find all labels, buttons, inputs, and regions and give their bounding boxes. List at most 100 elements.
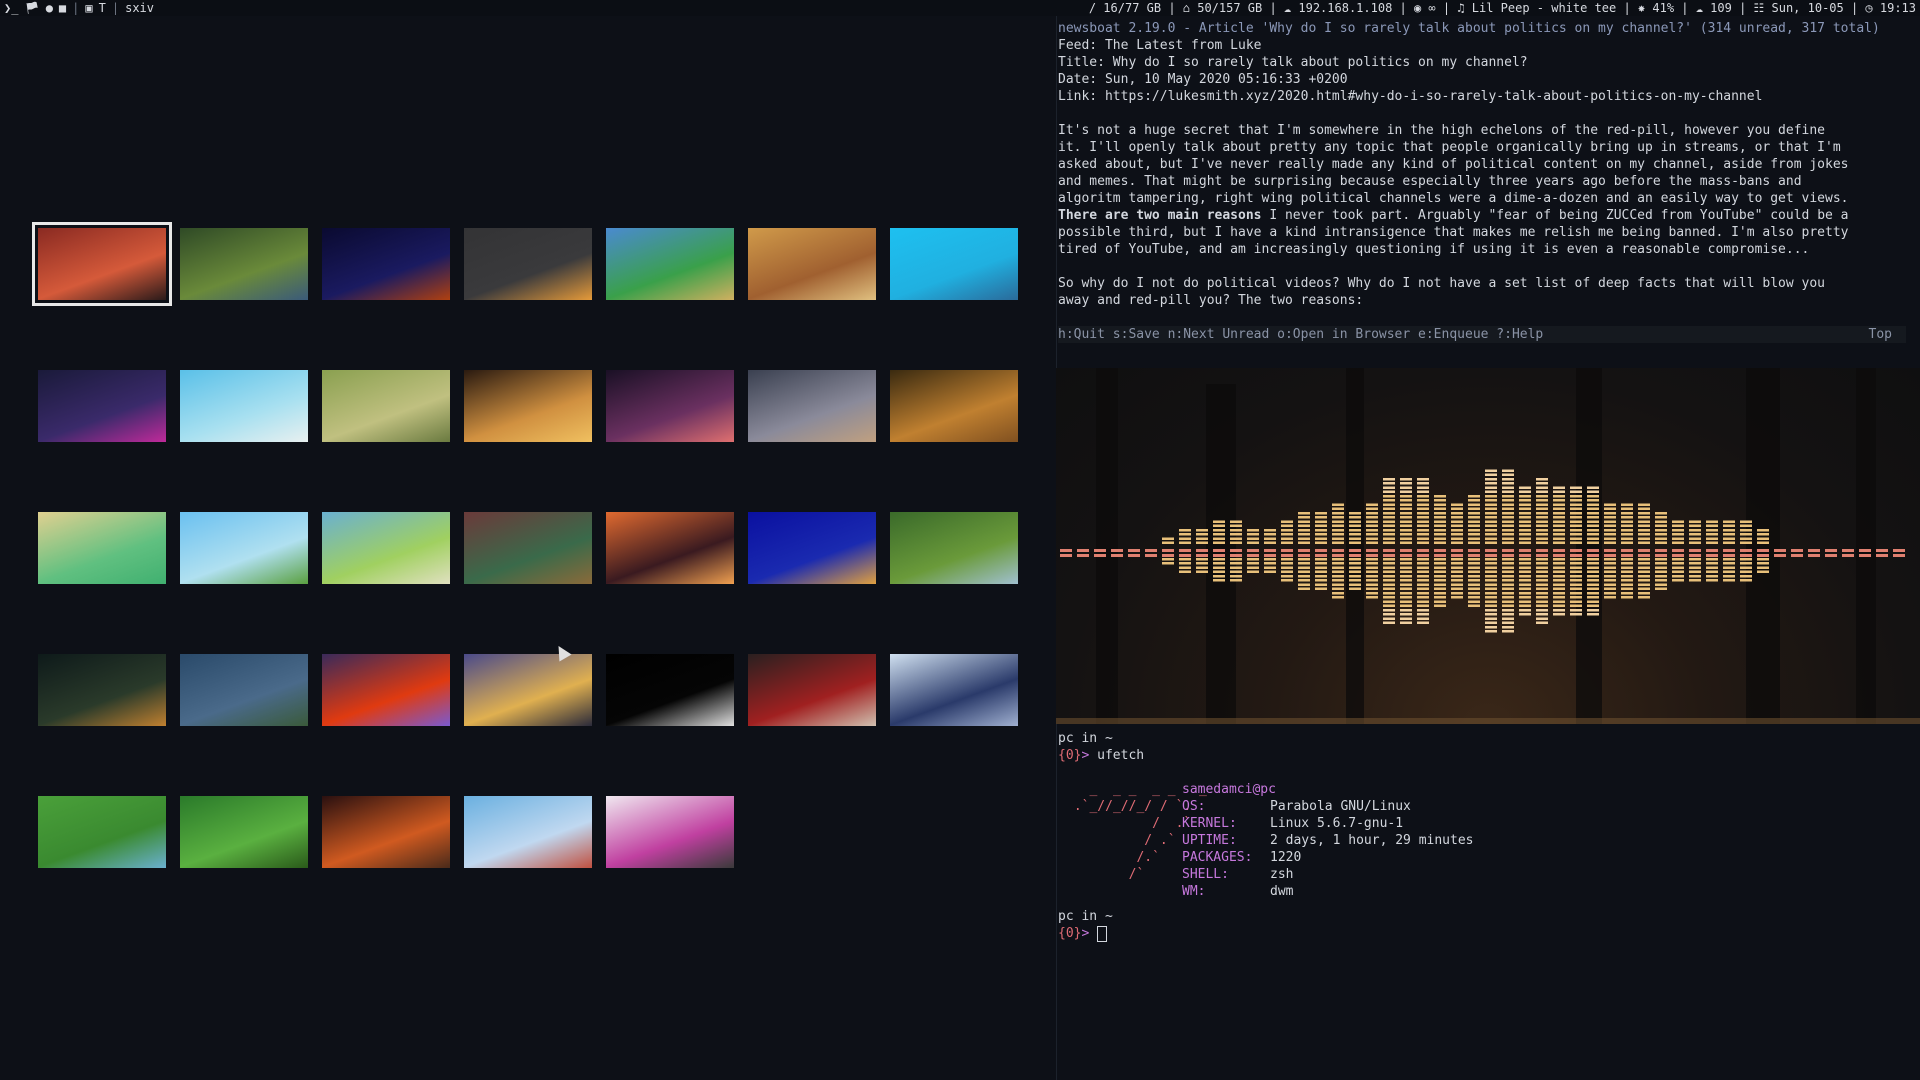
visualizer-bar-segment [1451,570,1463,573]
visualizer-bar-segment [1621,562,1633,565]
visualizer-bar-segment [1264,529,1276,532]
tag-icon[interactable]: 🏴︎ [24,0,39,16]
thumb-pixel-night-fire[interactable] [322,228,450,300]
visualizer-bar-segment [1553,596,1565,599]
visualizer-bar-segment [1519,486,1531,489]
article-text-line: possible third, but I have a kind intran… [1058,225,1849,240]
thumb-sun-circle[interactable] [464,228,592,300]
visualizer-center-segment [1604,554,1616,557]
ufetch-info: samedamci@pc OS: Parabola GNU/Linux KERNEL:… [1182,781,1474,900]
visualizer-bar-segment [1230,529,1242,532]
visualizer-bar-segment [1383,596,1395,599]
thumb-anime-redcoat[interactable] [748,654,876,726]
thumb-anime-checker[interactable] [606,796,734,868]
ufetch-info-row: WM: dwm [1182,883,1474,900]
newsboat-window[interactable]: newsboat 2.19.0 - Article 'Why do I so r… [1058,20,1920,346]
newsboat-title-bar: newsboat 2.19.0 - Article 'Why do I so r… [1058,21,1880,36]
visualizer-bar-segment [1587,486,1599,489]
thumb-ocean-island[interactable] [890,228,1018,300]
visualizer-bar-segment [1366,503,1378,506]
visualizer-bar-segment [1757,533,1769,536]
thumb-mountain-waterfall[interactable] [180,654,308,726]
visualizer-bar-segment [1723,541,1735,544]
bar-left: ❯_ 🏴︎ ● ■ | ▣ T | sxiv [4,0,154,16]
visualizer-center-segment [1179,549,1191,552]
thumb-castle-town[interactable] [748,228,876,300]
visualizer-center-segment [1077,554,1089,557]
thumb-city-lights[interactable] [322,796,450,868]
thumb-forest-canopy[interactable] [180,796,308,868]
visualizer-bar-segment [1417,566,1429,569]
visualizer-bar-segment [1706,541,1718,544]
visualizer-bar-segment [1638,533,1650,536]
terminal-window[interactable]: pc in ~ {0}> ufetch _ _ _ _ _ _ .`_//_//… [1058,730,1920,1080]
visualizer-bar-segment [1434,579,1446,582]
visualizer-bar-segment [1502,621,1514,624]
thumb-floating-island[interactable] [464,796,592,868]
thumb-green-pixel[interactable] [38,796,166,868]
visualizer-bar-segment [1468,592,1480,595]
visualizer-bar-segment [1417,592,1429,595]
visualizer-bar-segment [1366,537,1378,540]
article-text-line: tired of YouTube, and am increasingly qu… [1058,242,1810,257]
visualizer-bar-segment [1706,520,1718,523]
visualizer-center-segment [1604,549,1616,552]
visualizer-bar-segment [1315,512,1327,515]
visualizer-bar-segment [1587,609,1599,612]
thumb-painted-landscape[interactable] [322,512,450,584]
visualizer-bar-segment [1570,583,1582,586]
article-link[interactable]: Link: https://lukesmith.xyz/2020.html#wh… [1058,88,1920,105]
thumb-black-cat[interactable] [606,654,734,726]
thumb-autumn-forest[interactable] [890,370,1018,442]
visualizer-bar-segment [1332,558,1344,561]
thumb-anime-gun[interactable] [890,654,1018,726]
thumb-river-valley[interactable] [180,228,308,300]
visualizer-bar-segment [1485,499,1497,502]
thumb-castle-hill[interactable] [322,370,450,442]
visualizer-bar-segment [1604,533,1616,536]
visualizer-bar-segment [1332,503,1344,506]
visualizer-bar-segment [1417,596,1429,599]
visualizer-bar-segment [1281,570,1293,573]
visualizer-bar-segment [1502,469,1514,472]
visualizer-bar-segment [1536,583,1548,586]
thumb-collage[interactable] [464,512,592,584]
chat-icon[interactable]: ■ [59,0,66,16]
visualizer-bar-segment [1502,617,1514,620]
thumb-cyber-room[interactable] [38,370,166,442]
visualizer-bar-segment [1434,507,1446,510]
window-icon[interactable]: ▣ [85,0,92,16]
thumb-anime-red[interactable] [32,222,172,306]
visualizer-bar-segment [1434,537,1446,540]
visualizer-center-segment [1519,554,1531,557]
thumb-futuristic-city[interactable] [748,370,876,442]
thumb-world-map[interactable] [606,228,734,300]
visualizer-bar-segment [1315,516,1327,519]
thumb-purple-sunset[interactable] [606,370,734,442]
thumb-balloon-blue[interactable] [748,512,876,584]
visualizer-bar-segment [1366,541,1378,544]
visualizer-bar-segment [1400,529,1412,532]
thumb-red-sun-sea[interactable] [322,654,450,726]
command-line-2[interactable]: {0}> [1058,925,1920,942]
thumb-sky-tower[interactable] [180,370,308,442]
thumb-pixel-village[interactable] [38,512,166,584]
thumb-dark-forest-light[interactable] [38,654,166,726]
visualizer-bar-segment [1417,570,1429,573]
thumb-green-hills[interactable] [890,512,1018,584]
terminal-icon[interactable]: ❯_ [4,0,18,16]
thumb-orange-sunset-girl[interactable] [606,512,734,584]
thumb-sky-moving-castle[interactable] [180,512,308,584]
sxiv-window[interactable] [0,16,1056,1080]
visualizer-bar-segment [1451,503,1463,506]
thumb-golden-hall[interactable] [464,370,592,442]
visualizer-center-segment [1349,549,1361,552]
visualizer-bar-segment [1519,541,1531,544]
globe-icon[interactable]: ● [46,0,53,16]
visualizer-bar-segment [1519,575,1531,578]
visualizer-bar-segment [1553,503,1565,506]
visualizer-bar-segment [1689,570,1701,573]
thumb-sunset-flowers[interactable] [464,654,592,726]
layout-symbol[interactable]: T [99,0,106,16]
visualizer-center-segment [1247,554,1259,557]
